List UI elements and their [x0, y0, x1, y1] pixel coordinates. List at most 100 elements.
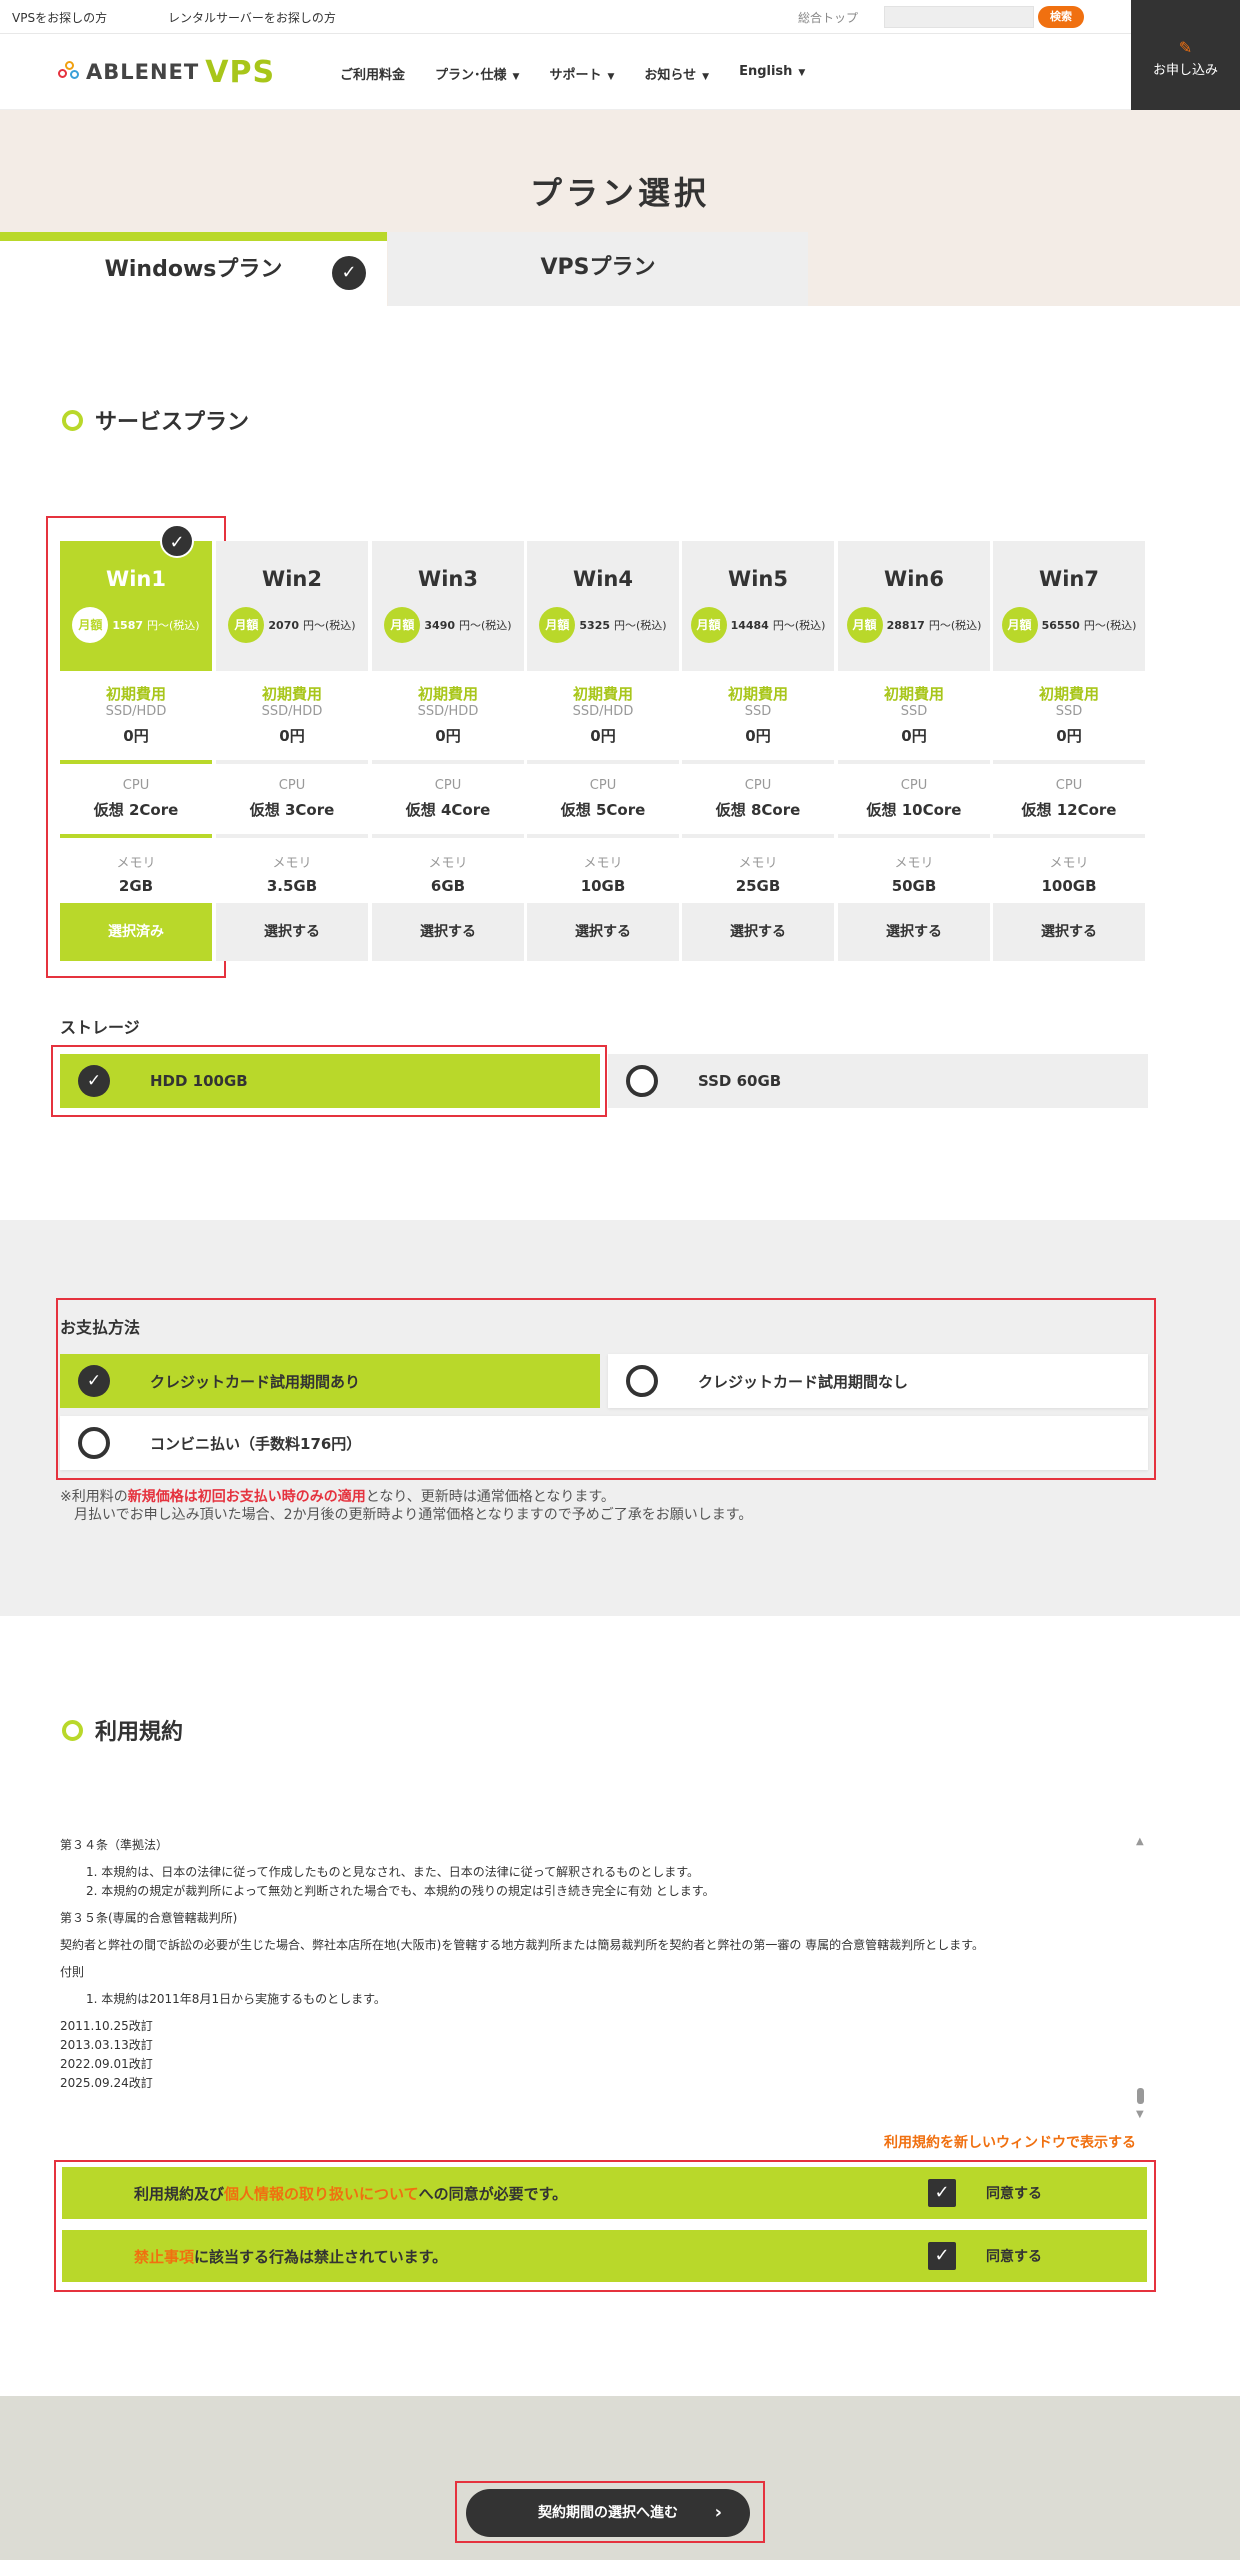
- radio-empty-icon: [626, 1065, 658, 1097]
- plan-price: 月額 5325 円〜(税込): [527, 607, 679, 643]
- radio-empty-icon: [626, 1365, 658, 1397]
- plan-name: Win1: [106, 567, 166, 591]
- cpu-value: 仮想 5Core: [560, 801, 646, 819]
- rental-server-link[interactable]: レンタルサーバーをお探しの方: [168, 9, 336, 26]
- plan-select-button[interactable]: 選択する: [527, 903, 679, 961]
- agree-terms-checkbox[interactable]: ✓: [928, 2179, 956, 2207]
- storage-option-ssd[interactable]: SSD 60GB: [608, 1054, 1148, 1108]
- terms-article-34: 第３４条（準拠法）: [60, 1838, 169, 1852]
- memory-label: メモリ: [116, 856, 156, 871]
- plan-card-win6[interactable]: Win6 月額 28817 円〜(税込) 初期費用 SSD 0円 CPU 仮想 10Core メモ…: [838, 541, 990, 961]
- search-input[interactable]: [884, 6, 1034, 28]
- plan-card-win5[interactable]: Win5 月額 14484 円〜(税込) 初期費用 SSD 0円 CPU 仮想 8Core メモリ…: [682, 541, 834, 961]
- plan-card-win1[interactable]: Win1 月額 1587 円〜(税込) 初期費用 SSD/HDD 0円 CPU 仮想 2Core…: [60, 541, 212, 961]
- payment-note: ※利用料の新規価格は初回お支払い時のみの適用となり、更新時は通常価格となります。…: [60, 1489, 753, 1523]
- search-button[interactable]: 検索: [1038, 6, 1084, 28]
- plan-price: 月額 1587 円〜(税込): [60, 607, 212, 643]
- initial-fee-label: 初期費用: [1038, 685, 1099, 703]
- plan-select-button[interactable]: 選択する: [993, 903, 1145, 961]
- cpu-value: 仮想 12Core: [1021, 801, 1117, 819]
- nav-english[interactable]: English ▼: [739, 64, 805, 83]
- memory-value: 100GB: [1041, 877, 1097, 895]
- plan-card-head: Win6 月額 28817 円〜(税込): [838, 541, 990, 671]
- memory-value: 10GB: [580, 877, 626, 895]
- disk-type: SSD: [1055, 704, 1083, 719]
- caret-down-icon: ▼: [512, 72, 520, 82]
- initial-fee-value: 0円: [1056, 727, 1082, 745]
- site-header: ABLENET VPS ご利用料金 プラン･仕様 ▼ サポート ▼ お知らせ ▼ En…: [0, 34, 1240, 110]
- check-icon: ✓: [160, 524, 194, 558]
- initial-fee-label: 初期費用: [727, 685, 788, 703]
- terms-scroll-box[interactable]: 第３４条（準拠法） 1. 本規約は、日本の法律に従って作成したものと見なされ、ま…: [60, 1836, 1150, 2116]
- terms-new-window-link[interactable]: 利用規約を新しいウィンドウで表示する: [884, 2132, 1136, 2152]
- plan-select-button[interactable]: 選択済み: [60, 903, 212, 961]
- privacy-link[interactable]: 個人情報の取り扱いについて: [224, 2185, 419, 2203]
- monthly-badge: 月額: [228, 607, 265, 643]
- memory-value: 25GB: [735, 877, 781, 895]
- next-button[interactable]: 契約期間の選択へ進む ›: [466, 2489, 750, 2537]
- check-icon: ✓: [78, 1365, 110, 1397]
- general-top-link[interactable]: 総合トップ: [798, 9, 858, 26]
- plan-select-button[interactable]: 選択する: [216, 903, 368, 961]
- plan-card-head: Win7 月額 56550 円〜(税込): [993, 541, 1145, 671]
- scroll-up-icon[interactable]: ▲: [1136, 1836, 1144, 1847]
- prohibited-link[interactable]: 禁止事項: [134, 2248, 194, 2266]
- scroll-down-icon[interactable]: ▼: [1136, 2109, 1144, 2120]
- scroll-thumb[interactable]: [1137, 2088, 1144, 2104]
- plan-select-button[interactable]: 選択する: [372, 903, 524, 961]
- plan-price: 月額 14484 円〜(税込): [682, 607, 834, 643]
- terms-article-35: 第３５条(専属的合意管轄裁判所): [60, 1911, 238, 1925]
- tab-vps-plan[interactable]: VPSプラン: [388, 232, 808, 306]
- plan-select-button[interactable]: 選択する: [838, 903, 990, 961]
- payment-convenience[interactable]: コンビニ払い（手数料176円）: [60, 1416, 1148, 1470]
- plan-name: Win7: [1039, 567, 1099, 591]
- initial-fee-value: 0円: [279, 727, 305, 745]
- payment-label: お支払方法: [60, 1318, 141, 1337]
- cpu-label: CPU: [589, 778, 617, 793]
- logo[interactable]: ABLENET VPS: [58, 52, 275, 92]
- logo-text: ABLENET: [86, 60, 200, 84]
- initial-fee-value: 0円: [435, 727, 461, 745]
- check-icon: ✓: [78, 1065, 110, 1097]
- nav-support[interactable]: サポート ▼: [549, 64, 614, 83]
- vps-seek-link[interactable]: VPSをお探しの方: [12, 9, 107, 26]
- check-icon: ✓: [332, 256, 366, 290]
- plan-card-win4[interactable]: Win4 月額 5325 円〜(税込) 初期費用 SSD/HDD 0円 CPU 仮想 5Core…: [527, 541, 679, 961]
- disk-type: SSD/HDD: [105, 704, 167, 719]
- agree-prohibited-checkbox[interactable]: ✓: [928, 2242, 956, 2270]
- pencil-icon: ✎: [1178, 38, 1193, 57]
- plan-card-win3[interactable]: Win3 月額 3490 円〜(税込) 初期費用 SSD/HDD 0円 CPU 仮想 4Core…: [372, 541, 524, 961]
- agreement-row-terms: 利用規約及び個人情報の取り扱いについてへの同意が必要です。 ✓ 同意する: [62, 2167, 1147, 2219]
- apply-button[interactable]: ✎ お申し込み: [1131, 0, 1240, 110]
- nav-pricing[interactable]: ご利用料金: [340, 64, 405, 83]
- disk-type: SSD/HDD: [261, 704, 323, 719]
- terms-scrollbar[interactable]: ▲ ▼: [1134, 1836, 1148, 2120]
- plan-card-head: Win5 月額 14484 円〜(税込): [682, 541, 834, 671]
- plan-price: 月額 28817 円〜(税込): [838, 607, 990, 643]
- memory-label: メモリ: [272, 856, 312, 871]
- plan-select-button[interactable]: 選択する: [682, 903, 834, 961]
- agreement-row-prohibited: 禁止事項に該当する行為は禁止されています。 ✓ 同意する: [62, 2230, 1147, 2282]
- disk-type: SSD/HDD: [417, 704, 479, 719]
- logo-vps: VPS: [205, 54, 276, 90]
- tab-windows-plan[interactable]: Windowsプラン: [0, 232, 387, 306]
- plan-card-win7[interactable]: Win7 月額 56550 円〜(税込) 初期費用 SSD 0円 CPU 仮想 12Core メモ…: [993, 541, 1145, 961]
- plan-card-win2[interactable]: Win2 月額 2070 円〜(税込) 初期費用 SSD/HDD 0円 CPU 仮想 3Core…: [216, 541, 368, 961]
- nav-plans[interactable]: プラン･仕様 ▼: [435, 64, 519, 83]
- nav-news[interactable]: お知らせ ▼: [644, 64, 709, 83]
- storage-option-hdd[interactable]: ✓ HDD 100GB: [60, 1054, 600, 1108]
- cpu-label: CPU: [122, 778, 150, 793]
- cpu-label: CPU: [1055, 778, 1083, 793]
- initial-fee-value: 0円: [901, 727, 927, 745]
- initial-fee-label: 初期費用: [105, 685, 166, 703]
- disk-type: SSD/HDD: [572, 704, 634, 719]
- disk-type: SSD: [900, 704, 928, 719]
- cpu-label: CPU: [744, 778, 772, 793]
- monthly-badge: 月額: [1001, 607, 1038, 643]
- caret-down-icon: ▼: [798, 68, 806, 78]
- payment-credit-trial[interactable]: ✓ クレジットカード試用期間あり: [60, 1354, 600, 1408]
- cpu-value: 仮想 10Core: [866, 801, 962, 819]
- payment-credit-no-trial[interactable]: クレジットカード試用期間なし: [608, 1354, 1148, 1408]
- plan-name: Win6: [884, 567, 944, 591]
- initial-fee-label: 初期費用: [572, 685, 633, 703]
